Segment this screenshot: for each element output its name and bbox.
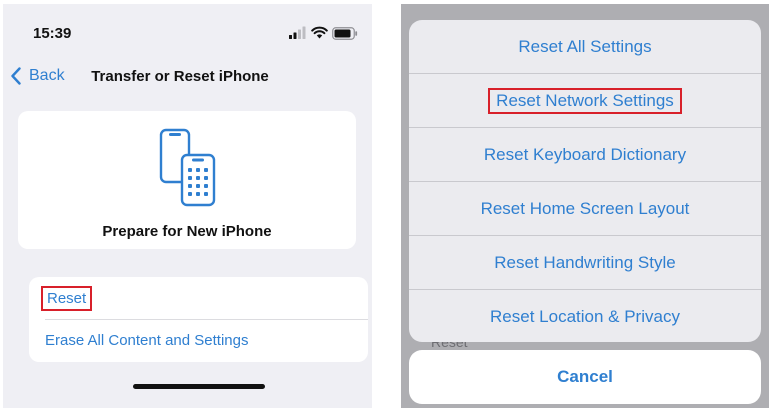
reset-location-privacy-label: Reset Location & Privacy xyxy=(490,307,680,326)
erase-all-content-item[interactable]: Erase All Content and Settings xyxy=(29,319,368,361)
reset-keyboard-dictionary-item[interactable]: Reset Keyboard Dictionary xyxy=(409,128,761,182)
reset-item[interactable]: Reset xyxy=(29,277,368,319)
status-time: 15:39 xyxy=(33,25,72,42)
reset-network-settings-item[interactable]: Reset Network Settings xyxy=(409,74,761,128)
prepare-for-new-iphone-card[interactable]: Prepare for New iPhone xyxy=(18,111,356,249)
reset-all-settings-label: Reset All Settings xyxy=(518,36,652,56)
phones-transfer-icon xyxy=(159,128,216,207)
home-indicator xyxy=(133,384,265,389)
cellular-signal-icon xyxy=(289,26,306,39)
reset-options-list: Reset Erase All Content and Settings xyxy=(29,277,368,362)
reset-handwriting-style-item[interactable]: Reset Handwriting Style xyxy=(409,236,761,290)
page-title: Transfer or Reset iPhone xyxy=(91,68,269,85)
reset-handwriting-style-label: Reset Handwriting Style xyxy=(494,252,676,272)
reset-all-settings-item[interactable]: Reset All Settings xyxy=(409,20,761,74)
status-icons xyxy=(289,26,359,42)
cancel-button[interactable]: Cancel xyxy=(409,350,761,404)
cancel-label: Cancel xyxy=(557,367,613,386)
transfer-reset-screen: 15:39 Back Transfer or Reset iPhone Prep… xyxy=(3,4,372,408)
wifi-icon xyxy=(311,26,328,39)
reset-home-screen-layout-label: Reset Home Screen Layout xyxy=(480,198,690,218)
reset-action-sheet: Reset All Settings Reset Network Setting… xyxy=(409,20,761,342)
reset-keyboard-dictionary-label: Reset Keyboard Dictionary xyxy=(483,144,687,164)
reset-home-screen-layout-item[interactable]: Reset Home Screen Layout xyxy=(409,182,761,236)
erase-all-content-label: Erase All Content and Settings xyxy=(45,331,249,349)
reset-action-sheet-screen: Reset Reset All Settings Reset Network S… xyxy=(401,4,769,408)
reset-label: Reset xyxy=(41,285,93,311)
battery-icon xyxy=(332,27,358,40)
prepare-for-new-iphone-label: Prepare for New iPhone xyxy=(102,223,272,240)
reset-location-privacy-item[interactable]: Reset Location & Privacy xyxy=(409,290,761,342)
reset-network-settings-label: Reset Network Settings xyxy=(488,87,682,114)
